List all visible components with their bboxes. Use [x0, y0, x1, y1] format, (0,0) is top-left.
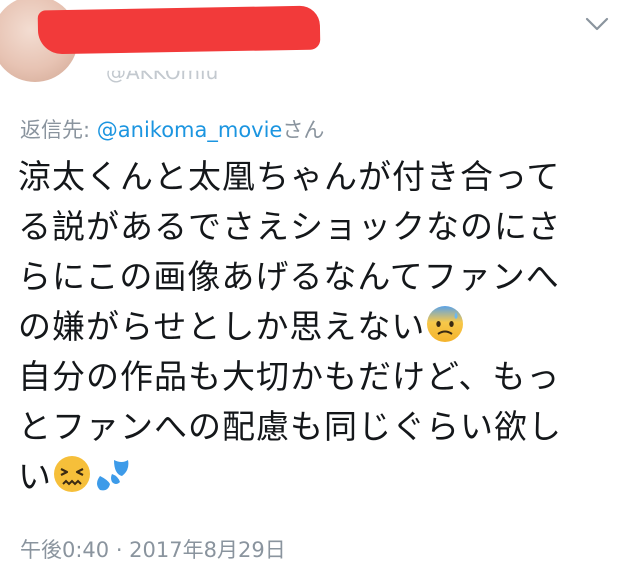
- tweet-line: る説があるでさえショックなのにさ: [18, 207, 562, 246]
- redacted-username: [37, 5, 321, 55]
- chevron-down-icon[interactable]: [583, 10, 611, 38]
- tweet-text: 涼太くんと太凰ちゃんが付き合って る説があるでさえショックなのにさ らにこの画像…: [18, 152, 624, 502]
- tweet-header: @AKKOmiu: [0, 0, 640, 100]
- anxious-sweat-face-emoji: [427, 306, 464, 342]
- tweet-line-text: の嫌がらせとしか思えない: [18, 307, 426, 346]
- sweat-droplets-emoji: [97, 460, 129, 491]
- tweet-line: らにこの画像あげるなんてファンへ: [18, 257, 560, 296]
- user-handle[interactable]: @AKKOmiu: [106, 71, 218, 84]
- reply-to-line: 返信先: @anikoma_movieさん: [20, 114, 324, 144]
- tweet-line: 涼太くんと太凰ちゃんが付き合って: [18, 157, 561, 196]
- tweet-line-with-emoji: い: [18, 452, 624, 502]
- reply-mention-link[interactable]: @anikoma_movie: [97, 118, 283, 142]
- reply-to-prefix: 返信先:: [20, 118, 97, 142]
- tweet-line-with-emoji: の嫌がらせとしか思えない: [18, 302, 624, 352]
- reply-to-suffix: さん: [282, 118, 325, 142]
- tweet-timestamp[interactable]: 午後0:40 · 2017年8月29日: [20, 534, 286, 564]
- persevering-face-emoji: [54, 456, 90, 492]
- tweet-line: 自分の作品も大切かもだけど、もっ: [18, 357, 561, 396]
- tweet-line: とファンへの配慮も同じぐらい欲し: [18, 407, 562, 446]
- tweet-line-text: い: [18, 457, 52, 496]
